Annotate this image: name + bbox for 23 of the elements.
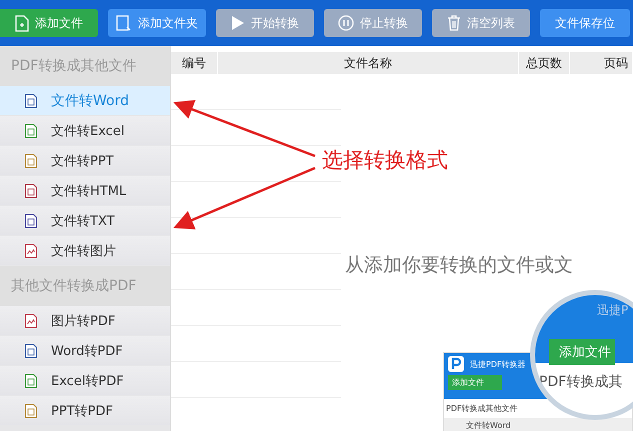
app-title: 迅捷PDF转换器	[470, 358, 526, 370]
sidebar-item: 文件转Word	[444, 418, 632, 431]
document-icon	[25, 124, 37, 138]
section-header: 其他文件转换成PDF	[0, 266, 170, 306]
document-icon	[25, 214, 37, 228]
add-folder-icon	[116, 14, 132, 32]
app-logo-icon	[448, 356, 464, 372]
document-icon	[25, 184, 37, 198]
document-icon	[25, 94, 37, 108]
document-icon	[25, 404, 37, 418]
trash-icon	[447, 15, 461, 31]
document-icon	[25, 344, 37, 358]
image-file-icon	[25, 314, 37, 328]
section-header: PDF转换成其他文件	[445, 403, 519, 415]
annotation-text: 选择转换格式	[322, 147, 448, 174]
play-icon	[231, 15, 245, 31]
pause-icon	[338, 15, 354, 31]
document-icon	[25, 374, 37, 388]
section-header: PDF转换成其他文件	[0, 46, 170, 86]
app-title: 迅捷P	[597, 303, 628, 317]
document-icon	[25, 154, 37, 168]
add-file-icon	[15, 14, 29, 32]
image-file-icon	[25, 244, 37, 258]
